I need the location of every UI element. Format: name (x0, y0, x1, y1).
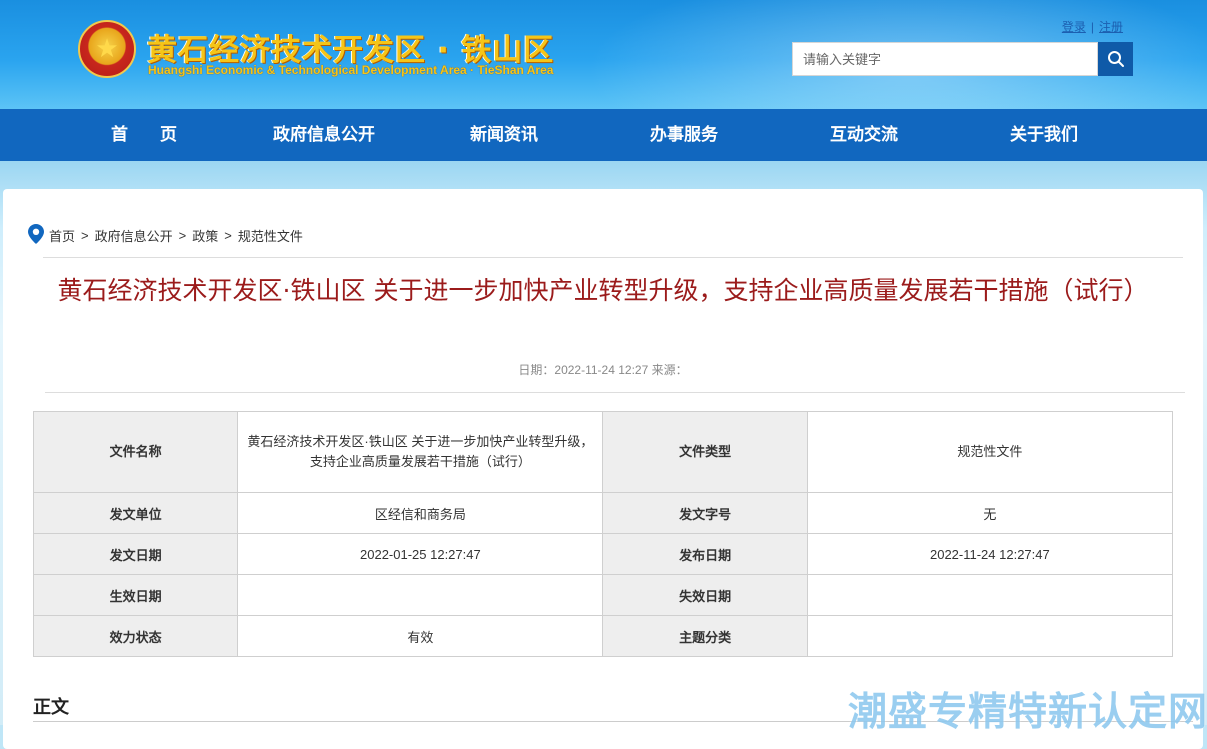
table-label: 文件名称 (32, 411, 239, 493)
table-label: 失效日期 (602, 574, 808, 616)
table-row: 文件名称 黄石经济技术开发区·铁山区 关于进一步加快产业转型升级，支持企业高质量… (32, 411, 1174, 493)
content-panel: 首页 > 政府信息公开 > 政策 > 规范性文件 黄石经济技术开发区·铁山区 关… (3, 189, 1203, 749)
table-label: 发文单位 (32, 492, 239, 534)
table-row: 发文日期 2022-01-25 12:27:47 发布日期 2022-11-24… (32, 533, 1174, 575)
table-value (806, 574, 1174, 616)
search-icon (1107, 51, 1124, 67)
link-divider: | (1090, 20, 1094, 34)
watermark: 潮盛专精特新认定网 (848, 690, 1207, 735)
breadcrumb-separator: > (224, 228, 232, 243)
table-value: 2022-11-24 12:27:47 (806, 533, 1174, 575)
table-label: 生效日期 (32, 574, 239, 616)
table-label: 发文字号 (602, 492, 808, 534)
divider (45, 392, 1185, 393)
site-subtitle: Huangshi Economic & Technological Develo… (148, 63, 554, 77)
table-value: 规范性文件 (806, 411, 1174, 493)
article-meta: 日期：2022-11-24 12:27 来源： (518, 363, 688, 377)
table-value: 区经信和商务局 (237, 492, 604, 534)
search-box (792, 42, 1133, 76)
location-pin-icon (28, 224, 44, 247)
table-row: 生效日期 失效日期 (32, 574, 1174, 616)
table-label: 发文日期 (32, 533, 239, 575)
divider (43, 257, 1183, 258)
breadcrumb-separator: > (178, 228, 187, 243)
nav-item-gov-info[interactable]: 政府信息公开 (234, 109, 414, 161)
table-value: 2022-01-25 12:27:47 (237, 533, 604, 575)
table-value (237, 574, 604, 616)
table-value (806, 615, 1174, 657)
search-input[interactable] (792, 42, 1098, 76)
table-value: 有效 (237, 615, 604, 657)
breadcrumb-separator: > (81, 228, 89, 243)
login-link[interactable]: 登录 (1062, 20, 1086, 34)
breadcrumb-policy[interactable]: 政策 (192, 226, 218, 245)
site-header: ★ 黄石经济技术开发区 · 铁山区 Huangshi Economic & Te… (0, 0, 1207, 109)
nav-item-news[interactable]: 新闻资讯 (414, 109, 594, 161)
nav-item-services[interactable]: 办事服务 (594, 109, 774, 161)
search-button[interactable] (1098, 42, 1133, 76)
table-row: 效力状态 有效 主题分类 (32, 615, 1174, 657)
section-heading-body: 正文 (33, 697, 69, 718)
table-label: 发布日期 (602, 533, 808, 575)
breadcrumb-home[interactable]: 首页 (49, 226, 75, 245)
page-title: 黄石经济技术开发区·铁山区 关于进一步加快产业转型升级，支持企业高质量发展若干措… (57, 276, 1149, 305)
register-link[interactable]: 注册 (1099, 20, 1123, 34)
table-value: 黄石经济技术开发区·铁山区 关于进一步加快产业转型升级，支持企业高质量发展若干措… (237, 411, 604, 493)
table-label: 文件类型 (602, 411, 808, 493)
table-row: 发文单位 区经信和商务局 发文字号 无 (32, 492, 1174, 534)
nav-item-about[interactable]: 关于我们 (954, 109, 1134, 161)
national-emblem-icon: ★ (78, 20, 136, 78)
nav-item-interaction[interactable]: 互动交流 (774, 109, 954, 161)
table-label: 主题分类 (602, 615, 808, 657)
table-label: 效力状态 (32, 615, 239, 657)
breadcrumb-normative-docs[interactable]: 规范性文件 (238, 226, 303, 245)
document-info-table: 文件名称 黄石经济技术开发区·铁山区 关于进一步加快产业转型升级，支持企业高质量… (32, 411, 1174, 657)
table-value: 无 (806, 492, 1174, 534)
main-nav: 首页 政府信息公开 新闻资讯 办事服务 互动交流 关于我们 (0, 109, 1207, 161)
top-links: 登录 | 注册 (1062, 18, 1123, 35)
breadcrumb-gov-info[interactable]: 政府信息公开 (95, 226, 173, 245)
nav-item-home[interactable]: 首页 (54, 109, 234, 161)
breadcrumb: 首页 > 政府信息公开 > 政策 > 规范性文件 (28, 224, 303, 247)
